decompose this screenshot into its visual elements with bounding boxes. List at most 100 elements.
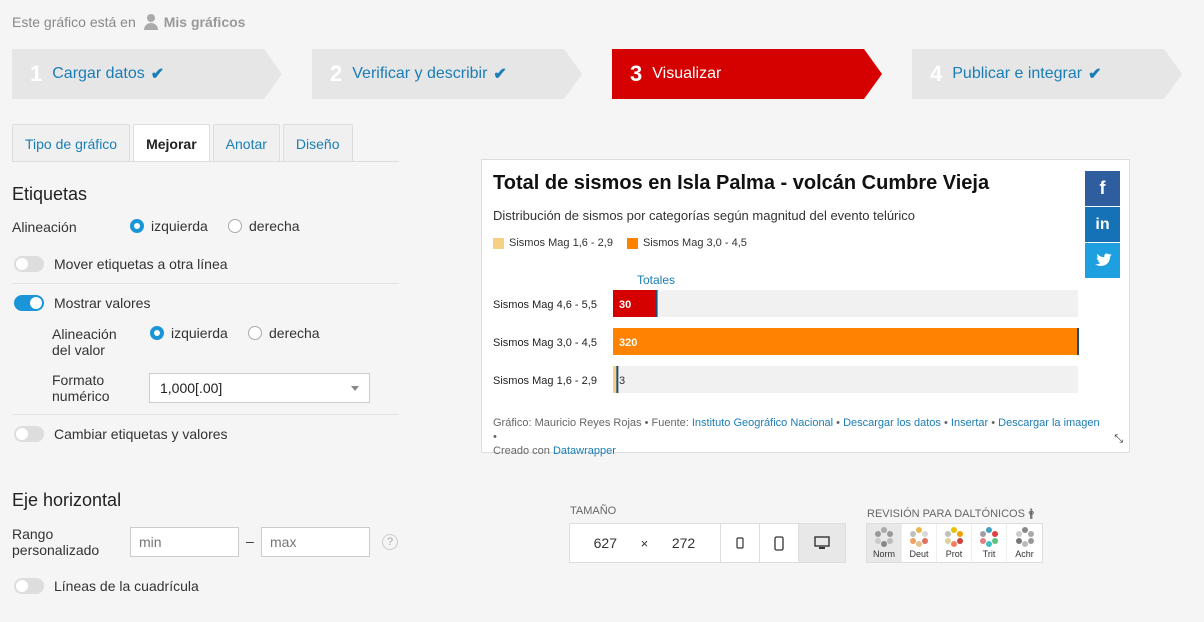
step-check-describe[interactable]: 2 Verificar y describir ✔ bbox=[312, 49, 582, 99]
width-input[interactable]: 627 bbox=[576, 535, 635, 551]
linkedin-icon[interactable]: in bbox=[1085, 207, 1120, 242]
size-controls: 627 × 272 bbox=[569, 523, 846, 563]
bar-value-label: 3 bbox=[619, 375, 625, 387]
move-labels-toggle[interactable] bbox=[14, 256, 44, 272]
colorblind-norm[interactable]: Norm bbox=[867, 524, 902, 562]
show-values-toggle[interactable] bbox=[14, 295, 44, 311]
my-charts-link[interactable]: Mis gráficos bbox=[143, 14, 246, 30]
user-icon bbox=[143, 14, 158, 30]
step-publish-embed[interactable]: 4 Publicar e integrar ✔ bbox=[912, 49, 1182, 99]
color-dot bbox=[980, 538, 986, 544]
range-dash: – bbox=[246, 533, 254, 549]
share-buttons: f in bbox=[1085, 171, 1120, 279]
color-dot bbox=[992, 531, 998, 537]
color-dot bbox=[980, 531, 986, 537]
embed-link[interactable]: Insertar bbox=[951, 417, 988, 429]
facebook-icon[interactable]: f bbox=[1085, 171, 1120, 206]
gridlines-toggle-row[interactable]: Líneas de la cuadrícula bbox=[14, 578, 199, 594]
footer-separator: • bbox=[493, 431, 497, 443]
colorblind-prot[interactable]: Prot bbox=[937, 524, 972, 562]
bar-value-label: 30 bbox=[619, 299, 631, 311]
tab-design[interactable]: Diseño bbox=[282, 124, 353, 162]
chart-title: Total de sismos en Isla Palma - volcán C… bbox=[493, 172, 990, 194]
chart-legend: Sismos Mag 1,6 - 2,9 Sismos Mag 3,0 - 4,… bbox=[493, 237, 747, 249]
desktop-icon[interactable] bbox=[798, 524, 845, 562]
value-align-right-radio[interactable]: derecha bbox=[248, 325, 320, 341]
tab-chart-type[interactable]: Tipo de gráfico bbox=[12, 124, 131, 162]
swap-labels-toggle-row[interactable]: Cambiar etiquetas y valores bbox=[14, 426, 228, 442]
toggle-label: Mover etiquetas a otra línea bbox=[54, 256, 228, 272]
color-dot bbox=[992, 538, 998, 544]
step-label: Publicar e integrar bbox=[952, 65, 1083, 82]
align-right-radio[interactable]: derecha bbox=[228, 218, 300, 234]
phone-small-icon[interactable] bbox=[719, 524, 759, 562]
size-label: Tamaño bbox=[570, 505, 617, 517]
check-icon: ✔ bbox=[1088, 66, 1102, 83]
step-label: Verificar y describir bbox=[352, 65, 488, 82]
accessibility-icon: 🛉 bbox=[1027, 508, 1035, 520]
color-dot bbox=[1027, 531, 1034, 537]
chart-subtitle: Distribución de sismos por categorías se… bbox=[493, 208, 916, 223]
swap-labels-toggle[interactable] bbox=[14, 426, 44, 442]
tab-annotate[interactable]: Anotar bbox=[212, 124, 280, 162]
resize-handle-icon[interactable]: ⤡ bbox=[1114, 433, 1123, 446]
radio-label: derecha bbox=[269, 325, 320, 341]
range-min-input[interactable] bbox=[130, 527, 239, 557]
datawrapper-link[interactable]: Datawrapper bbox=[553, 445, 616, 457]
color-dot bbox=[875, 538, 881, 544]
color-dot bbox=[875, 531, 881, 537]
chart-location: Este gráfico está en Mis gráficos bbox=[12, 14, 245, 30]
times-sign: × bbox=[640, 535, 649, 551]
range-max-input[interactable] bbox=[261, 527, 370, 557]
colorblind-deut[interactable]: Deut bbox=[902, 524, 937, 562]
twitter-icon[interactable] bbox=[1085, 243, 1120, 278]
download-data-link[interactable]: Descargar los datos bbox=[843, 417, 941, 429]
move-labels-toggle-row[interactable]: Mover etiquetas a otra línea bbox=[14, 256, 228, 272]
radio-dot bbox=[228, 219, 242, 233]
show-values-toggle-row[interactable]: Mostrar valores bbox=[14, 295, 150, 311]
footer-credits: Gráfico: Mauricio Reyes Rojas • Fuente: bbox=[493, 417, 692, 429]
color-dot bbox=[945, 538, 951, 544]
gridlines-toggle[interactable] bbox=[14, 578, 44, 594]
axis-section-title: Eje horizontal bbox=[12, 490, 122, 510]
height-input[interactable]: 272 bbox=[654, 535, 713, 551]
location-prefix: Este gráfico está en bbox=[12, 14, 136, 30]
tab-refine[interactable]: Mejorar bbox=[133, 124, 210, 162]
color-dot bbox=[916, 541, 922, 547]
colorblind-achr[interactable]: Achr bbox=[1007, 524, 1042, 562]
color-dots-icon bbox=[979, 527, 999, 547]
value-align-left-radio[interactable]: izquierda bbox=[150, 325, 228, 341]
alignment-label: Alineación bbox=[12, 219, 77, 235]
radio-dot bbox=[248, 326, 262, 340]
number-format-select[interactable]: 1,000[.00] bbox=[149, 373, 370, 403]
step-visualize[interactable]: 3 Visualizar bbox=[612, 49, 882, 99]
download-image-link[interactable]: Descargar la imagen bbox=[998, 417, 1100, 429]
color-dot bbox=[922, 538, 928, 544]
bar-value-label: 320 bbox=[619, 337, 637, 349]
align-left-radio[interactable]: izquierda bbox=[130, 218, 208, 234]
colorblind-label: Revisión para daltónicos 🛉 bbox=[867, 505, 1034, 524]
color-dot bbox=[957, 531, 963, 537]
chart-footer: Gráfico: Mauricio Reyes Rojas • Fuente: … bbox=[493, 416, 1103, 458]
step-number: 4 bbox=[930, 61, 943, 86]
color-dot bbox=[1021, 541, 1028, 547]
option-label: Trit bbox=[982, 549, 996, 559]
bar-end-marker bbox=[1077, 328, 1079, 355]
step-upload-data[interactable]: 1 Cargar datos ✔ bbox=[12, 49, 282, 99]
color-dot bbox=[1027, 538, 1034, 544]
phone-icon[interactable] bbox=[758, 524, 798, 562]
bar-category-label: Sismos Mag 3,0 - 4,5 bbox=[493, 337, 597, 349]
legend-item: Sismos Mag 1,6 - 2,9 bbox=[493, 237, 613, 249]
color-dot bbox=[887, 531, 893, 537]
source-link[interactable]: Instituto Geográfico Nacional bbox=[692, 417, 833, 429]
footer-separator: • bbox=[940, 417, 951, 429]
step-number: 2 bbox=[330, 61, 343, 86]
my-charts-label: Mis gráficos bbox=[163, 14, 246, 30]
help-icon[interactable]: ? bbox=[382, 534, 398, 550]
option-label: Achr bbox=[1015, 549, 1034, 559]
step-number: 1 bbox=[30, 61, 43, 86]
step-label: Visualizar bbox=[652, 65, 722, 82]
bar-background bbox=[613, 290, 1078, 317]
colorblind-trit[interactable]: Trit bbox=[972, 524, 1007, 562]
step-number: 3 bbox=[630, 61, 643, 86]
